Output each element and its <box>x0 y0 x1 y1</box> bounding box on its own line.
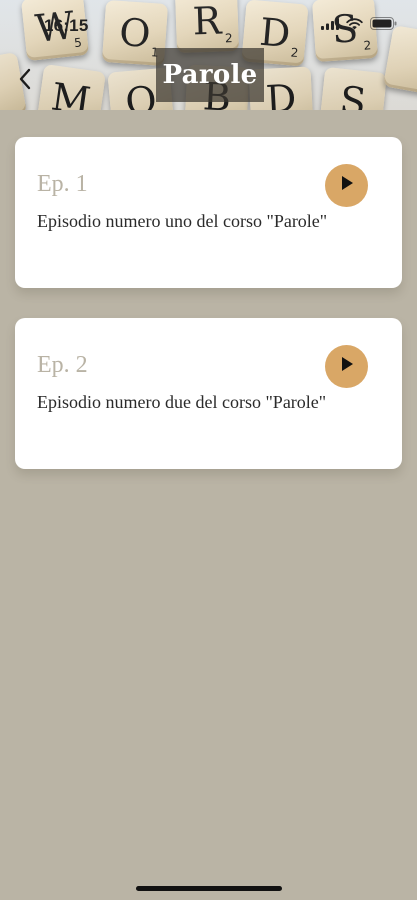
battery-icon <box>370 17 397 35</box>
play-button[interactable] <box>325 164 368 207</box>
play-icon <box>340 356 354 377</box>
episode-description: Episodio numero due del corso "Parole" <box>37 392 327 412</box>
episode-card[interactable]: Ep. 1 Episodio numero uno del corso "Par… <box>15 137 402 288</box>
episode-description: Episodio numero uno del corso "Parole" <box>37 211 328 231</box>
play-button[interactable] <box>325 345 368 388</box>
chevron-left-icon <box>18 67 32 96</box>
episode-label: Ep. 2 <box>37 352 88 378</box>
status-icons <box>321 17 397 35</box>
episode-list: Ep. 1 Episodio numero uno del corso "Par… <box>15 137 402 499</box>
status-time: 16:15 <box>44 16 89 35</box>
status-bar: 16:15 <box>0 0 417 46</box>
episode-card[interactable]: Ep. 2 Episodio numero due del corso "Par… <box>15 318 402 469</box>
signal-icon <box>321 17 339 35</box>
page-title-box: Parole <box>156 48 264 102</box>
play-icon <box>340 175 354 196</box>
page-title: Parole <box>162 60 258 90</box>
header-banner: W5 O1 R2 D2 S2 M3 O B D3 S 16:15 <box>0 0 417 110</box>
back-button[interactable] <box>12 64 38 98</box>
episode-label: Ep. 1 <box>37 171 88 197</box>
wifi-icon <box>346 17 363 35</box>
home-indicator <box>136 886 282 891</box>
